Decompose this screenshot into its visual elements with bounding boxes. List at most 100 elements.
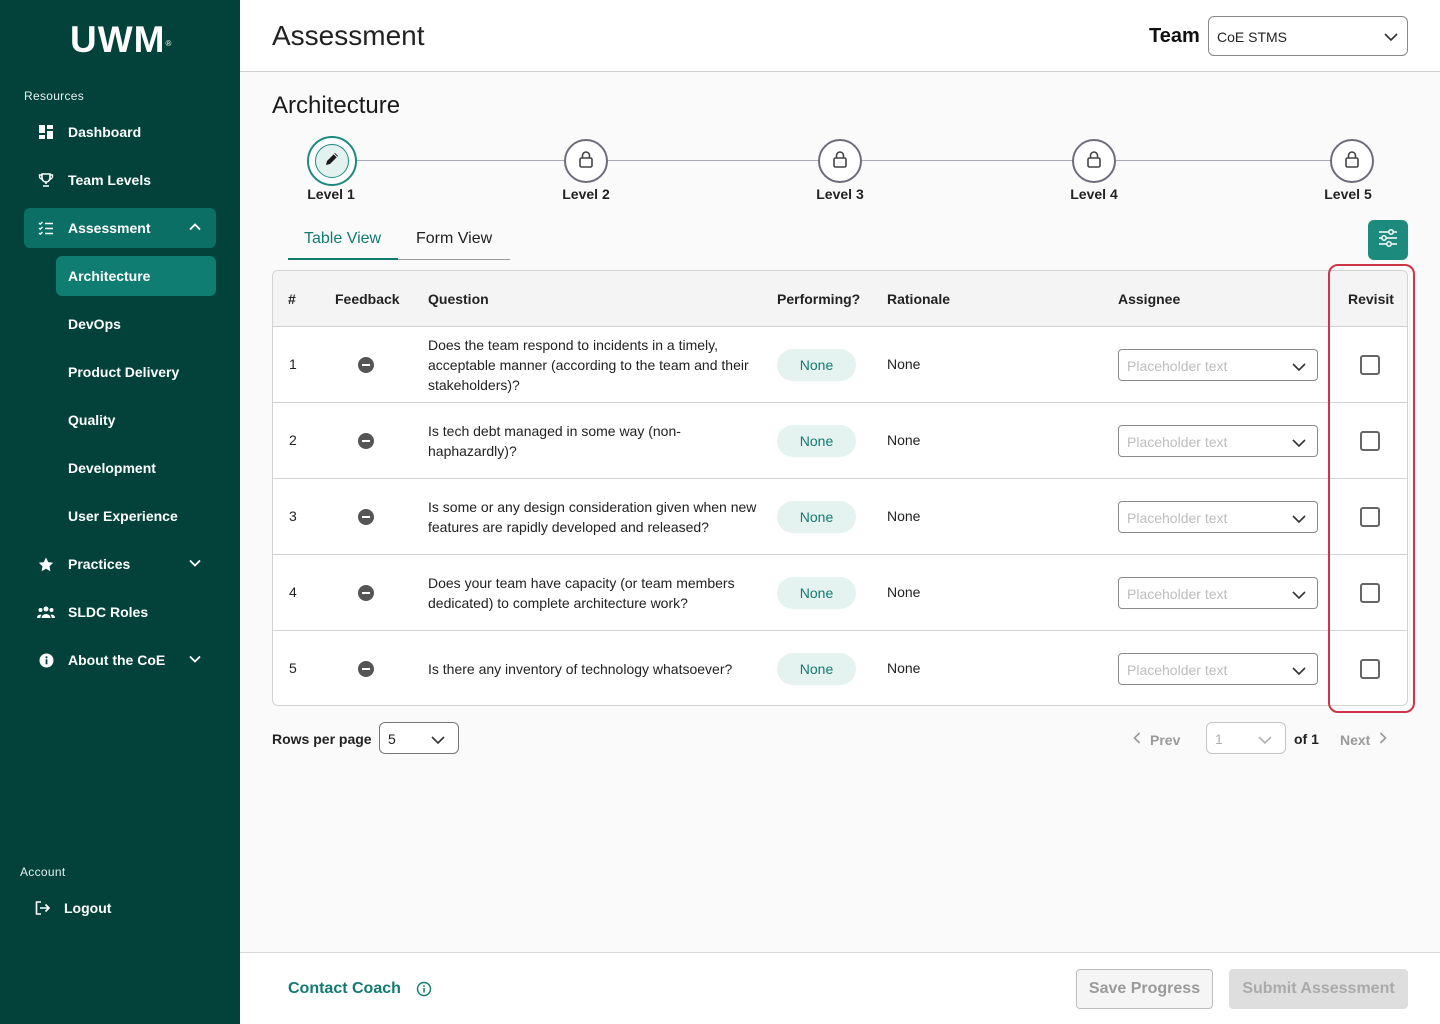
rows-per-page-label: Rows per page [272, 731, 372, 747]
next-label: Next [1340, 731, 1371, 748]
assignee-select[interactable]: Placeholder text [1118, 501, 1318, 533]
info-icon[interactable] [416, 981, 432, 1002]
performing-badge[interactable]: None [777, 501, 856, 533]
section-title: Architecture [272, 92, 401, 119]
lock-icon [1086, 150, 1102, 173]
row-number: 3 [289, 508, 297, 524]
assignee-placeholder: Placeholder text [1127, 358, 1228, 374]
dashboard-icon [24, 125, 68, 139]
sidebar-subitem-devops[interactable]: DevOps [56, 304, 216, 344]
feedback-minus-icon[interactable] [358, 433, 374, 449]
team-label: Team [1149, 25, 1200, 47]
question-text: Does the team respond to incidents in a … [428, 337, 749, 393]
step-level-5[interactable] [1330, 139, 1374, 183]
sidebar-subitem-quality[interactable]: Quality [56, 400, 216, 440]
assignee-placeholder: Placeholder text [1127, 586, 1228, 602]
page-total: of 1 [1294, 731, 1319, 747]
sidebar-item-label: Practices [68, 556, 131, 572]
page-title: Assessment [272, 20, 425, 51]
feedback-minus-icon[interactable] [358, 585, 374, 601]
checklist-icon [24, 221, 68, 235]
column-header-performing: Performing? [777, 291, 861, 307]
assignee-placeholder: Placeholder text [1127, 662, 1228, 678]
people-icon [24, 606, 68, 619]
chevron-up-icon [188, 220, 202, 237]
active-tab-indicator [288, 258, 398, 260]
feedback-minus-icon[interactable] [358, 357, 374, 373]
sidebar-item-assessment[interactable]: Assessment [24, 208, 216, 248]
next-page-button[interactable]: Next [1340, 731, 1388, 748]
contact-coach-link[interactable]: Contact Coach [288, 980, 401, 998]
sidebar-subitem-development[interactable]: Development [56, 448, 216, 488]
revisit-checkbox[interactable] [1360, 659, 1380, 679]
performing-badge[interactable]: None [777, 349, 856, 381]
assignee-select[interactable]: Placeholder text [1118, 425, 1318, 457]
sidebar-item-practices[interactable]: Practices [24, 544, 216, 584]
chevron-down-icon [1383, 29, 1399, 48]
star-icon [24, 557, 68, 572]
sidebar-item-dashboard[interactable]: Dashboard [24, 112, 216, 152]
top-bar: Assessment Team CoE STMS [240, 0, 1440, 72]
assignee-select[interactable]: Placeholder text [1118, 349, 1318, 381]
filter-settings-button[interactable] [1368, 220, 1408, 260]
question-text: Is some or any design consideration give… [428, 499, 757, 535]
resources-label: Resources [24, 89, 85, 103]
page-number-select[interactable]: 1 [1206, 722, 1286, 754]
rationale-text: None [887, 660, 921, 676]
revisit-checkbox[interactable] [1360, 431, 1380, 451]
step-label: Level 4 [1070, 186, 1118, 202]
chevron-down-icon [1291, 512, 1307, 528]
revisit-checkbox[interactable] [1360, 583, 1380, 603]
step-label: Level 3 [816, 186, 864, 202]
revisit-checkbox[interactable] [1360, 355, 1380, 375]
question-text: Is tech debt managed in some way (non-ha… [428, 423, 681, 459]
chevron-down-icon [1257, 733, 1273, 749]
logout-button[interactable]: Logout [20, 888, 212, 928]
chevron-right-icon [1378, 731, 1388, 748]
sidebar-item-label: Assessment [68, 220, 151, 236]
step-label: Level 2 [562, 186, 610, 202]
feedback-minus-icon[interactable] [358, 509, 374, 525]
prev-page-button[interactable]: Prev [1132, 731, 1180, 748]
submit-assessment-button[interactable]: Submit Assessment [1229, 969, 1408, 1009]
table-row: 5 Is there any inventory of technology w… [273, 631, 1407, 705]
sidebar-item-team-levels[interactable]: Team Levels [24, 160, 216, 200]
save-progress-button[interactable]: Save Progress [1076, 969, 1213, 1009]
rows-per-page-select[interactable]: 5 [379, 722, 459, 754]
revisit-checkbox[interactable] [1360, 507, 1380, 527]
sidebar-item-about-coe[interactable]: About the CoE [24, 640, 216, 680]
step-level-3[interactable] [818, 139, 862, 183]
sliders-icon [1378, 228, 1398, 252]
account-label: Account [20, 865, 66, 879]
sidebar-item-sldc-roles[interactable]: SLDC Roles [24, 592, 216, 632]
team-select[interactable]: CoE STMS [1208, 16, 1408, 56]
prev-label: Prev [1150, 731, 1181, 748]
performing-badge[interactable]: None [777, 653, 856, 685]
tab-form-view[interactable]: Form View [416, 230, 492, 248]
question-text: Does your team have capacity (or team me… [428, 575, 735, 611]
chevron-down-icon [1291, 588, 1307, 604]
performing-badge[interactable]: None [777, 425, 856, 457]
tab-table-view[interactable]: Table View [304, 230, 381, 248]
column-header-question: Question [428, 291, 489, 307]
sidebar-subitem-architecture[interactable]: Architecture [56, 256, 216, 296]
step-level-1[interactable] [307, 136, 357, 186]
sidebar: UWM® Resources Dashboard Team Levels Ass… [0, 0, 240, 1024]
sidebar-item-label: Team Levels [68, 172, 152, 188]
trophy-icon [24, 173, 68, 187]
chevron-down-icon [188, 652, 202, 669]
step-level-4[interactable] [1072, 139, 1116, 183]
feedback-minus-icon[interactable] [358, 661, 374, 677]
sidebar-subitem-product-delivery[interactable]: Product Delivery [56, 352, 216, 392]
assignee-placeholder: Placeholder text [1127, 434, 1228, 450]
step-level-2[interactable] [564, 139, 608, 183]
assignee-select[interactable]: Placeholder text [1118, 577, 1318, 609]
chevron-left-icon [1132, 731, 1142, 748]
step-label: Level 1 [307, 186, 355, 202]
stepper-connector [1116, 160, 1332, 161]
sidebar-subitem-user-experience[interactable]: User Experience [56, 496, 216, 536]
assignee-select[interactable]: Placeholder text [1118, 653, 1318, 685]
performing-badge[interactable]: None [777, 577, 856, 609]
stepper-connector [608, 160, 818, 161]
column-header-assignee: Assignee [1118, 291, 1181, 307]
